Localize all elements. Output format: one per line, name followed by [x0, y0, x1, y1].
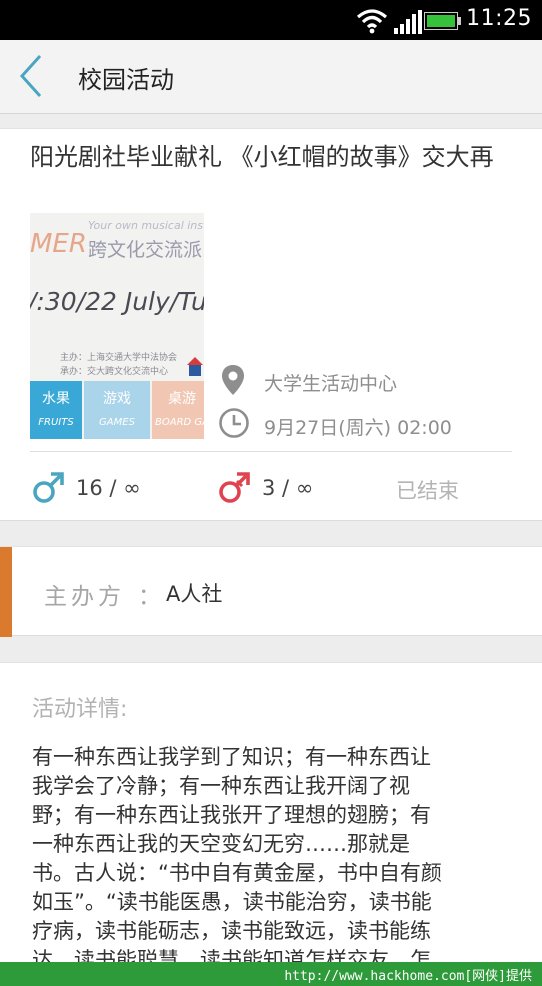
poster-house-icon — [187, 357, 203, 376]
organizer-accent-bar — [0, 547, 12, 637]
watermark-text: http://www.hackhome.com[网侠]提供 — [284, 969, 532, 984]
poster-cn-text: 跨文化交流派 — [88, 239, 203, 261]
time-text: 9月27日(周六) 02:00 — [264, 417, 452, 439]
status-badge: 已结束 — [396, 479, 459, 503]
event-poster[interactable]: Your own musical instr MER 跨文化交流派 /:30/2… — [30, 213, 204, 439]
battery-icon — [424, 12, 461, 30]
detail-line: 我学会了冷静；有一种东西让我开阔了视 — [32, 774, 410, 798]
location-text: 大学生活动中心 — [264, 373, 398, 395]
watermark-bar: http://www.hackhome.com[网侠]提供 — [0, 962, 542, 986]
female-male-icon — [219, 472, 250, 503]
page-title: 校园活动 — [78, 66, 174, 94]
detail-line: 疗病，读书能砺志，读书能致远，读书能练 — [32, 919, 431, 943]
male-count-text: 16 / ∞ — [76, 476, 141, 500]
detail-line: 一种东西让我的天空变幻无穷……那就是 — [32, 832, 410, 856]
detail-label: 活动详情: — [32, 697, 128, 722]
signal-icon — [394, 10, 422, 34]
event-title: 阳光剧社毕业献礼 《小红帽的故事》交大再 — [30, 143, 494, 171]
poster-tile-boardgames: 桌游 BOARD GA — [152, 381, 204, 439]
poster-tile-games: 游戏 GAMES — [84, 381, 150, 439]
clock-icon — [219, 408, 249, 438]
status-bar: 11:25 — [0, 0, 542, 40]
poster-date-text: /:30/22 July/Tu — [30, 287, 204, 316]
event-card: 阳光剧社毕业献礼 《小红帽的故事》交大再 Your own musical in… — [0, 128, 542, 521]
chevron-left-icon — [19, 54, 42, 98]
location-pin-icon — [222, 365, 244, 395]
detail-line: 野；有一种东西让我张开了理想的翅膀；有 — [32, 803, 431, 827]
female-count-text: 3 / ∞ — [262, 476, 314, 500]
organizer-card: 主办方 ： A人社 — [0, 546, 542, 637]
poster-er-text: MER — [30, 229, 87, 259]
poster-organizer-text: 主办：上海交通大学中法协会 承办：交大跨文化交流中心 — [60, 353, 178, 377]
clock-time: 11:25 — [466, 6, 532, 31]
detail-body: 有一种东西让我学到了知识；有一种东西让 我学会了冷静；有一种东西让我开阔了视 野… — [32, 743, 508, 962]
title-bar: 校园活动 — [0, 40, 542, 114]
poster-tiles: 水果 FRUITS 游戏 GAMES 桌游 BOARD GA — [30, 381, 204, 439]
detail-line: 达，读书能聪慧，读书能知道怎样交友，怎 — [32, 948, 431, 962]
detail-line: 书。古人说：“书中自有黄金屋，书中自有颜 — [32, 861, 442, 885]
detail-card: 活动详情: 有一种东西让我学到了知识；有一种东西让 我学会了冷静；有一种东西让我… — [0, 662, 542, 962]
back-button[interactable] — [16, 54, 46, 98]
detail-line: 如玉”。“读书能医愚，读书能治穷，读书能 — [32, 890, 432, 914]
organizer-label: 主办方 — [44, 584, 125, 610]
wifi-icon — [356, 9, 388, 34]
detail-line: 有一种东西让我学到了知识；有一种东西让 — [32, 745, 431, 769]
divider — [30, 451, 512, 452]
organizer-colon: ： — [138, 584, 161, 610]
organizer-value[interactable]: A人社 — [166, 578, 222, 608]
poster-tile-fruits: 水果 FRUITS — [30, 381, 82, 439]
male-icon — [33, 472, 64, 503]
